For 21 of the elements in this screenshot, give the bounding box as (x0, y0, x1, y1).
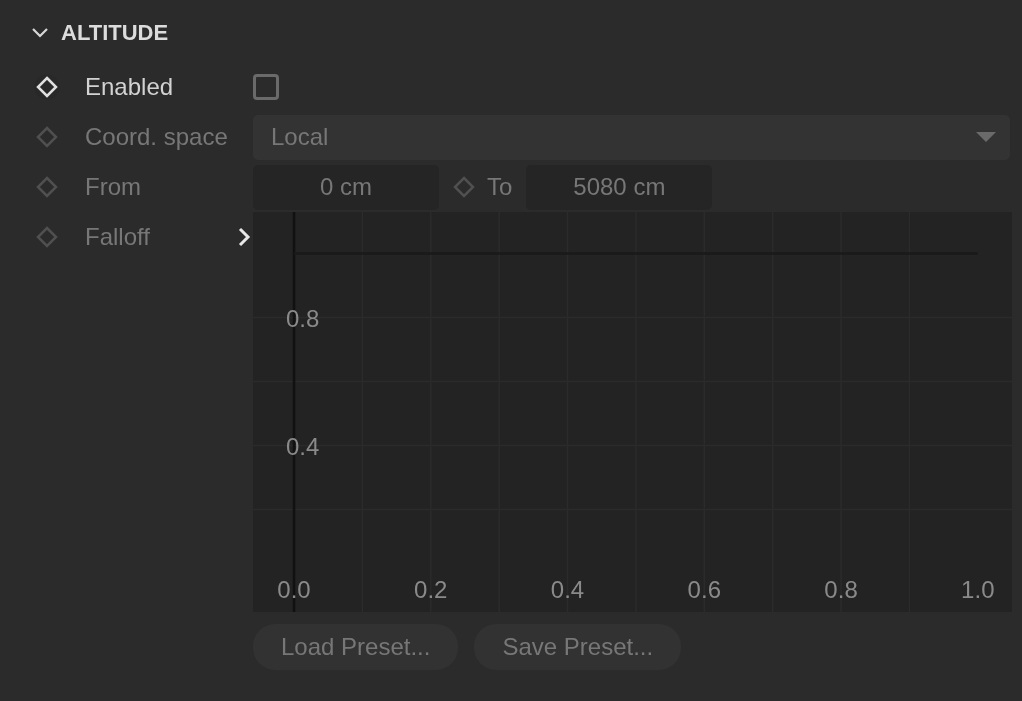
property-label: Falloff (85, 223, 150, 251)
preset-button[interactable]: Load Preset... (253, 624, 459, 670)
property-label: From (85, 173, 141, 201)
to-label: To (487, 173, 513, 201)
x-tick-label: 0.2 (414, 576, 448, 603)
section-title: ALTITUDE (61, 20, 169, 46)
property-label: Coord. space (85, 123, 228, 151)
chevron-right-icon[interactable] (237, 226, 251, 248)
dropdown-caret-icon (976, 132, 996, 142)
x-tick-label: 0.8 (824, 576, 858, 603)
y-tick-label: 0.8 (286, 304, 320, 332)
y-tick-label: 0.4 (286, 432, 320, 460)
x-tick-label: 0.6 (687, 576, 721, 603)
x-tick-label: 0.4 (550, 576, 585, 603)
property-label: Enabled (85, 73, 174, 101)
checkbox[interactable] (253, 74, 279, 100)
x-tick-label: 1.0 (961, 576, 995, 603)
chevron-down-icon[interactable] (31, 27, 49, 39)
preset-button[interactable]: Save Preset... (474, 624, 682, 670)
keyframe-icon[interactable] (34, 74, 60, 100)
x-tick-label: 0.0 (277, 576, 311, 603)
